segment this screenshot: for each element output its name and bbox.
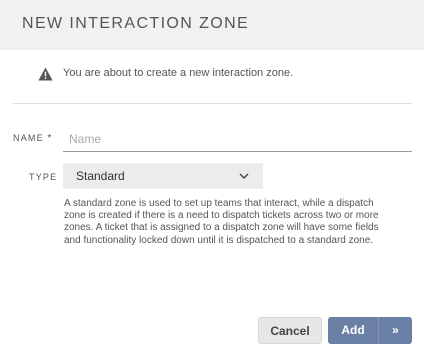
add-button-label: Add xyxy=(341,323,365,337)
cancel-button[interactable]: Cancel xyxy=(258,317,322,344)
required-marker: * xyxy=(47,133,53,144)
warning-icon xyxy=(38,67,53,81)
name-input[interactable] xyxy=(63,126,412,152)
notice: You are about to create a new interactio… xyxy=(38,66,398,82)
type-help-text: A standard zone is used to set up teams … xyxy=(64,198,379,246)
type-select[interactable]: Standard xyxy=(63,163,263,189)
type-select-value: Standard xyxy=(76,169,125,183)
notice-text: You are about to create a new interactio… xyxy=(63,67,294,79)
type-label: TYPE xyxy=(29,172,58,182)
dialog-title: NEW INTERACTION ZONE xyxy=(22,15,250,32)
name-label: NAME * xyxy=(13,133,53,144)
double-chevron-right-icon[interactable]: » xyxy=(379,323,412,337)
name-label-text: NAME xyxy=(13,133,44,143)
chevron-down-icon xyxy=(239,173,249,179)
add-button[interactable]: Add » xyxy=(328,317,412,344)
divider xyxy=(13,103,412,104)
dialog-header: NEW INTERACTION ZONE xyxy=(0,0,424,50)
